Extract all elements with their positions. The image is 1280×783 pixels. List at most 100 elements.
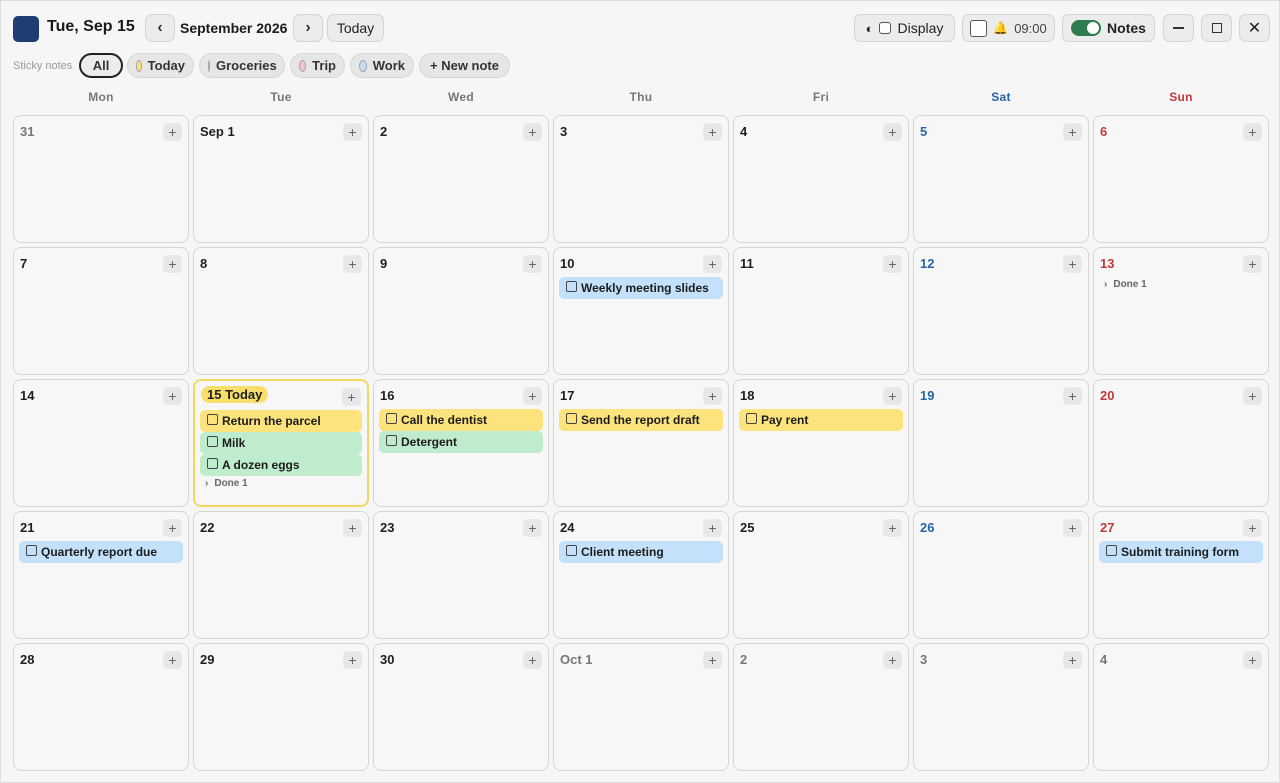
note-checkbox[interactable] (207, 458, 218, 469)
add-note-button[interactable]: + (703, 123, 722, 141)
day-cell[interactable]: 23 + (373, 511, 549, 639)
add-note-button[interactable]: + (1243, 387, 1262, 405)
sticky-note[interactable]: Pay rent (739, 409, 903, 431)
day-cell[interactable]: 16 + Call the dentist Detergent (373, 379, 549, 507)
notes-toggle-switch[interactable] (1071, 20, 1102, 36)
sticky-note[interactable]: A dozen eggs (200, 454, 362, 476)
add-note-button[interactable]: + (523, 123, 542, 141)
day-cell[interactable]: 20 + (1093, 379, 1269, 507)
add-note-button[interactable]: + (883, 255, 902, 273)
day-cell[interactable]: 10 + Weekly meeting slides (553, 247, 729, 375)
sticky-note[interactable]: Call the dentist (379, 409, 543, 431)
day-cell[interactable]: 31 + (13, 115, 189, 243)
day-cell[interactable]: 9 + (373, 247, 549, 375)
add-note-button[interactable]: + (343, 651, 362, 669)
day-cell[interactable]: 8 + (193, 247, 369, 375)
day-cell[interactable]: 5 + (913, 115, 1089, 243)
filter-all-chip[interactable]: All (79, 53, 123, 78)
note-checkbox[interactable] (746, 413, 757, 424)
filter-today-chip[interactable]: Today (127, 53, 194, 78)
new-note-button[interactable]: + New note (419, 53, 510, 78)
add-note-button[interactable]: + (1243, 123, 1262, 141)
add-note-button[interactable]: + (343, 519, 362, 537)
note-checkbox[interactable] (207, 436, 218, 447)
sticky-note[interactable]: Quarterly report due (19, 541, 183, 563)
add-note-button[interactable]: + (883, 519, 902, 537)
day-cell[interactable]: 15 Today + Return the parcel Milk A dozen eg… (193, 379, 369, 507)
previous-month-button[interactable]: ‹ (145, 14, 175, 42)
day-cell[interactable]: 18 + Pay rent (733, 379, 909, 507)
sticky-note[interactable]: Milk (200, 432, 362, 454)
add-note-button[interactable]: + (1063, 123, 1082, 141)
day-cell[interactable]: 2 + (733, 643, 909, 771)
day-cell[interactable]: 25 + (733, 511, 909, 639)
add-note-button[interactable]: + (343, 123, 362, 141)
day-cell[interactable]: 26 + (913, 511, 1089, 639)
day-cell[interactable]: 11 + (733, 247, 909, 375)
note-checkbox[interactable] (566, 413, 577, 424)
note-checkbox[interactable] (566, 545, 577, 556)
day-cell[interactable]: 14 + (13, 379, 189, 507)
note-checkbox[interactable] (1106, 545, 1117, 556)
minimize-button[interactable] (1163, 14, 1194, 42)
note-checkbox[interactable] (207, 414, 218, 425)
add-note-button[interactable]: + (703, 255, 722, 273)
add-note-button[interactable]: + (523, 651, 542, 669)
day-cell[interactable]: 13 + › Done 1 (1093, 247, 1269, 375)
display-checkbox[interactable] (879, 22, 892, 34)
add-note-button[interactable]: + (883, 123, 902, 141)
note-checkbox[interactable] (386, 435, 397, 446)
day-cell[interactable]: 28 + (13, 643, 189, 771)
day-cell[interactable]: 17 + Send the report draft (553, 379, 729, 507)
sticky-note[interactable]: Submit training form (1099, 541, 1263, 563)
today-button[interactable]: Today (327, 14, 384, 42)
add-note-button[interactable]: + (1243, 651, 1262, 669)
add-note-button[interactable]: + (1243, 519, 1262, 537)
day-cell[interactable]: 24 + Client meeting (553, 511, 729, 639)
day-cell[interactable]: 7 + (13, 247, 189, 375)
sticky-note[interactable]: Weekly meeting slides (559, 277, 723, 299)
note-checkbox[interactable] (566, 281, 577, 292)
day-cell[interactable]: 6 + (1093, 115, 1269, 243)
day-cell[interactable]: 4 + (733, 115, 909, 243)
add-note-button[interactable]: + (163, 651, 182, 669)
sticky-note[interactable]: Detergent (379, 431, 543, 453)
alarm-checkbox[interactable] (970, 19, 988, 37)
add-note-button[interactable]: + (1063, 651, 1082, 669)
add-note-button[interactable]: + (703, 387, 722, 405)
day-cell[interactable]: 29 + (193, 643, 369, 771)
filter-work-chip[interactable]: Work (350, 53, 414, 78)
add-note-button[interactable]: + (163, 519, 182, 537)
filter-trip-chip[interactable]: Trip (290, 53, 345, 78)
display-button[interactable]: ◐ Display (854, 14, 955, 42)
add-note-button[interactable]: + (1063, 255, 1082, 273)
day-cell[interactable]: 19 + (913, 379, 1089, 507)
notes-toggle-button[interactable]: Notes (1062, 14, 1155, 42)
sticky-note[interactable]: Return the parcel (200, 410, 362, 432)
add-note-button[interactable]: + (523, 255, 542, 273)
alarm-button[interactable]: 🔔 09:00 (962, 14, 1055, 42)
next-month-button[interactable]: › (293, 14, 323, 42)
add-note-button[interactable]: + (1063, 519, 1082, 537)
add-note-button[interactable]: + (1063, 387, 1082, 405)
filter-groceries-chip[interactable]: Groceries (199, 53, 285, 78)
add-note-button[interactable]: + (703, 651, 722, 669)
sticky-note[interactable]: Client meeting (559, 541, 723, 563)
day-cell[interactable]: 21 + Quarterly report due (13, 511, 189, 639)
note-checkbox[interactable] (26, 545, 37, 556)
add-note-button[interactable]: + (883, 387, 902, 405)
day-cell[interactable]: 22 + (193, 511, 369, 639)
add-note-button[interactable]: + (342, 388, 361, 406)
add-note-button[interactable]: + (883, 651, 902, 669)
note-checkbox[interactable] (386, 413, 397, 424)
day-cell[interactable]: 30 + (373, 643, 549, 771)
close-button[interactable]: ✕ (1239, 14, 1270, 42)
add-note-button[interactable]: + (523, 519, 542, 537)
day-cell[interactable]: Sep 1 + (193, 115, 369, 243)
day-cell[interactable]: 4 + (1093, 643, 1269, 771)
day-cell[interactable]: 3 + (913, 643, 1089, 771)
add-note-button[interactable]: + (163, 255, 182, 273)
day-cell[interactable]: 27 + Submit training form (1093, 511, 1269, 639)
add-note-button[interactable]: + (163, 387, 182, 405)
add-note-button[interactable]: + (1243, 255, 1262, 273)
